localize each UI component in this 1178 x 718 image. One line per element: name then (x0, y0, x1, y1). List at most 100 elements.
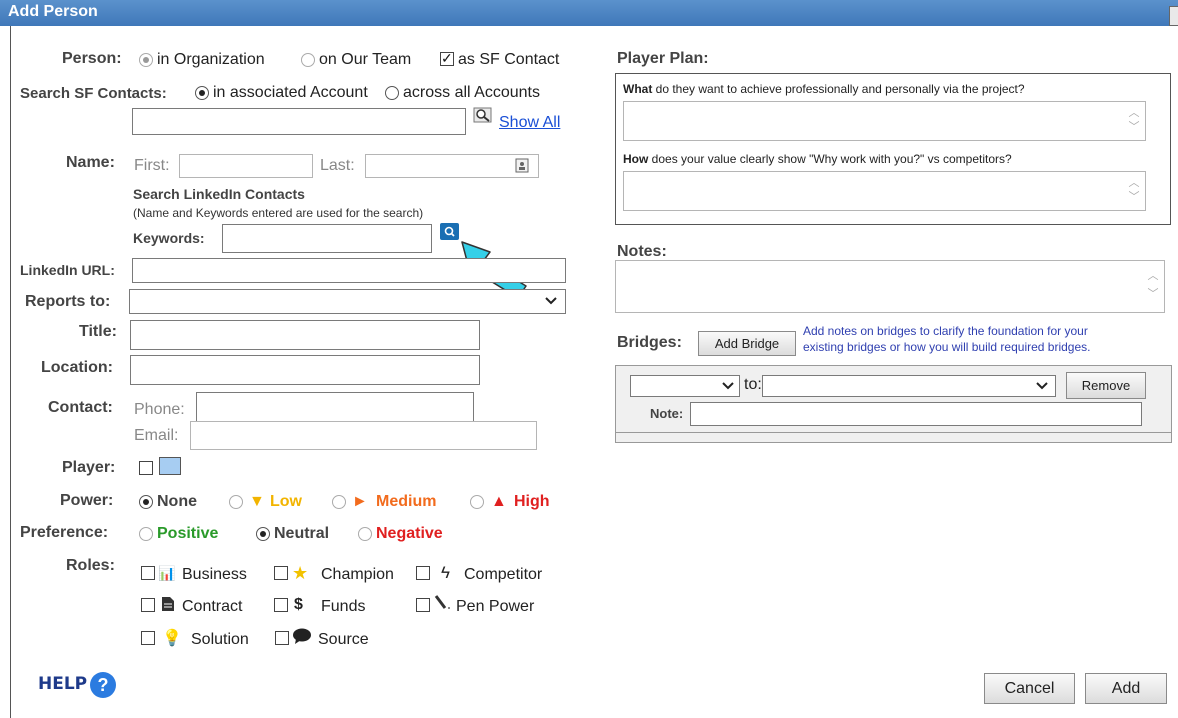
email-input[interactable] (190, 421, 537, 450)
first-name-input[interactable] (179, 154, 313, 178)
power-high-radio[interactable] (470, 495, 484, 509)
player-label: Player: (62, 459, 116, 476)
bridge-to-label: to: (744, 376, 762, 393)
chevron-down-icon (1035, 378, 1049, 397)
chevron-down-icon (721, 378, 735, 397)
role-source-checkbox[interactable] (275, 631, 289, 645)
role-competitor-label: Competitor (464, 566, 543, 583)
role-source-label: Source (318, 631, 369, 648)
player-checkbox[interactable] (139, 461, 153, 475)
lightbulb-icon: 💡 (162, 630, 182, 647)
lightning-icon: ϟ (441, 563, 450, 582)
dialog-left-border (10, 26, 11, 718)
person-team-label: on Our Team (319, 51, 412, 68)
power-medium-radio[interactable] (332, 495, 346, 509)
title-input[interactable] (130, 320, 480, 350)
power-medium-label: Medium (376, 493, 437, 510)
role-business-checkbox[interactable] (141, 566, 155, 580)
pen-icon (433, 594, 453, 617)
chevron-down-icon (543, 292, 559, 313)
power-low-icon: ▼ (249, 493, 265, 510)
keywords-input[interactable] (222, 224, 432, 253)
power-high-label: High (514, 493, 550, 510)
help-label: HELP (38, 674, 88, 694)
add-bridge-button[interactable]: Add Bridge (698, 331, 796, 356)
person-org-label: in Organization (157, 51, 265, 68)
role-funds-label: Funds (321, 598, 366, 615)
phone-label: Phone: (134, 401, 185, 418)
what-textarea[interactable]: ︿ ﹀ (623, 101, 1146, 141)
role-pen-power-checkbox[interactable] (416, 598, 430, 612)
player-plan-box: What do they want to achieve professiona… (615, 73, 1171, 225)
preference-negative-label: Negative (376, 525, 443, 542)
preference-positive-radio[interactable] (139, 527, 153, 541)
how-textarea[interactable]: ︿ ﹀ (623, 171, 1146, 211)
preference-neutral-radio[interactable] (256, 527, 270, 541)
contact-card-icon[interactable] (515, 158, 529, 173)
help-question-icon: ? (90, 672, 116, 698)
power-none-label: None (157, 493, 197, 510)
role-champion-label: Champion (321, 566, 394, 583)
roles-label: Roles: (66, 557, 115, 574)
linkedin-search-icon[interactable] (440, 223, 460, 241)
preference-positive-label: Positive (157, 525, 219, 542)
notes-textarea[interactable]: ︿ ﹀ (615, 260, 1165, 313)
person-label: Person: (62, 50, 122, 67)
role-solution-checkbox[interactable] (141, 631, 155, 645)
linkedin-url-input[interactable] (132, 258, 566, 283)
cancel-button[interactable]: Cancel (984, 673, 1075, 704)
remove-bridge-button[interactable]: Remove (1066, 372, 1146, 399)
player-plan-heading: Player Plan: (617, 50, 709, 67)
bridges-hint-line2: existing bridges or how you will build r… (803, 340, 1091, 354)
role-competitor-checkbox[interactable] (416, 566, 430, 580)
add-button[interactable]: Add (1085, 673, 1167, 704)
role-contract-label: Contract (182, 598, 243, 615)
what-question: What do they want to achieve professiona… (623, 82, 1025, 96)
email-label: Email: (134, 427, 179, 444)
search-all-label: across all Accounts (403, 84, 540, 101)
search-account-radio[interactable] (195, 86, 209, 100)
location-label: Location: (41, 359, 113, 376)
dollar-icon: $ (294, 596, 303, 613)
magnifier-icon[interactable] (473, 107, 493, 125)
role-contract-checkbox[interactable] (141, 598, 155, 612)
keywords-label: Keywords: (133, 230, 205, 246)
role-champion-checkbox[interactable] (274, 566, 288, 580)
linkedin-url-label: LinkedIn URL: (20, 262, 115, 278)
power-high-icon: ▲ (491, 493, 507, 510)
preference-negative-radio[interactable] (358, 527, 372, 541)
search-account-label: in associated Account (213, 84, 368, 101)
search-sf-label: Search SF Contacts: (20, 85, 167, 102)
name-label: Name: (66, 154, 115, 171)
reports-to-select[interactable] (129, 289, 566, 314)
show-all-link[interactable]: Show All (499, 114, 560, 132)
dialog-title: Add Person (8, 3, 98, 20)
person-sf-checkbox[interactable] (440, 50, 454, 67)
role-funds-checkbox[interactable] (274, 598, 288, 612)
bridges-hint-line1: Add notes on bridges to clarify the foun… (803, 324, 1088, 338)
location-input[interactable] (130, 355, 480, 385)
bridge-note-input[interactable] (690, 402, 1142, 426)
star-icon: ★ (292, 563, 309, 583)
bridge-from-select[interactable] (630, 375, 740, 397)
power-label: Power: (60, 492, 114, 509)
dialog-titlebar: Add Person (0, 0, 1178, 26)
how-question: How does your value clearly show "Why wo… (623, 152, 1012, 166)
search-all-radio[interactable] (385, 86, 399, 100)
power-low-radio[interactable] (229, 495, 243, 509)
business-icon: 📊 (158, 565, 176, 581)
linkedin-note: (Name and Keywords entered are used for … (133, 206, 424, 220)
bridge-to-select[interactable] (762, 375, 1056, 397)
phone-input[interactable] (196, 392, 474, 422)
close-icon[interactable] (1169, 6, 1178, 26)
last-name-input[interactable] (365, 154, 539, 178)
player-color-swatch[interactable] (159, 457, 181, 475)
bridges-label: Bridges: (617, 334, 682, 351)
scroll-arrows-icon: ︿ ﹀ (1147, 270, 1159, 300)
sf-search-input[interactable] (132, 108, 466, 135)
person-team-radio[interactable] (301, 53, 315, 67)
person-org-radio[interactable] (139, 53, 153, 67)
bridge-note-label: Note: (650, 406, 684, 421)
scroll-arrows-icon: ︿ ﹀ (1128, 177, 1140, 203)
power-none-radio[interactable] (139, 495, 153, 509)
